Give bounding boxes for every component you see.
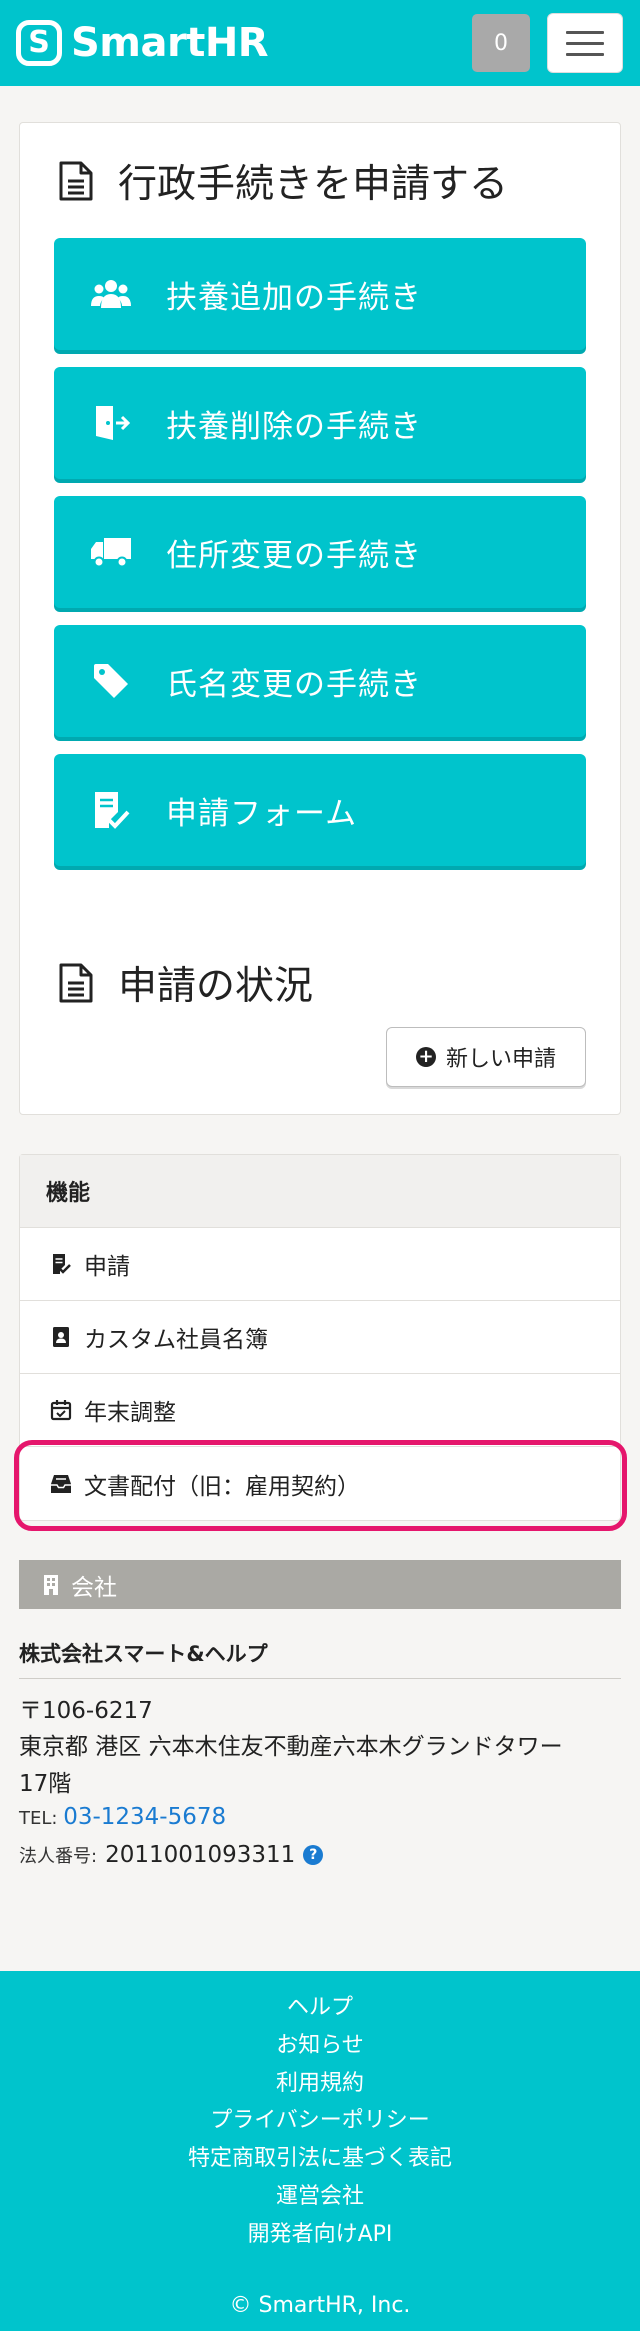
corp-number-label: 法人番号:	[19, 1846, 98, 1867]
company-corporate-number: 法人番号: 2011001093311 ?	[19, 1842, 324, 1868]
footer-link-privacy[interactable]: プライバシーポリシー	[0, 2102, 640, 2134]
features-menu: 機能 申請 カスタム社員名簿 年末調整 文書配付（旧：雇用契約）	[19, 1154, 621, 1521]
request-form-button[interactable]: 申請フォーム	[54, 754, 586, 866]
request-form-label: 申請フォーム	[166, 795, 358, 832]
logo-text: SmartHR	[71, 20, 269, 66]
document-icon	[59, 963, 93, 1003]
building-icon	[44, 1574, 58, 1595]
remove-dependent-label: 扶養削除の手続き	[166, 408, 422, 445]
feature-label-request: 申請	[84, 1254, 130, 1280]
footer-link-company[interactable]: 運営会社	[0, 2178, 640, 2210]
company-address-line1: 東京都 港区 六本木住友不動産六本木グランドタワー	[19, 1734, 563, 1760]
footer-link-developer-api[interactable]: 開発者向けAPI	[0, 2216, 640, 2248]
procedures-title: 行政手続きを申請する	[118, 162, 509, 207]
footer-link-commerce-law[interactable]: 特定商取引法に基づく表記	[0, 2140, 640, 2172]
new-request-button[interactable]: + 新しい申請	[386, 1027, 586, 1087]
app-header: S SmartHR 0	[0, 0, 640, 86]
feature-item-document-delivery[interactable]: 文書配付（旧：雇用契約）	[20, 1447, 620, 1520]
add-dependent-label: 扶養追加の手続き	[166, 279, 422, 316]
address-change-button[interactable]: 住所変更の手続き	[54, 496, 586, 608]
hamburger-menu-button[interactable]	[547, 13, 623, 73]
company-name: 株式会社スマート&ヘルプ	[19, 1638, 621, 1679]
feature-item-year-end-adjustment[interactable]: 年末調整	[20, 1374, 620, 1447]
company-section-header: 会社	[19, 1560, 621, 1609]
add-dependent-button[interactable]: 扶養追加の手続き	[54, 238, 586, 350]
feature-label-year-end-adjustment: 年末調整	[84, 1400, 176, 1426]
notification-badge[interactable]: 0	[472, 14, 530, 72]
smarthr-logo-mark: S	[16, 20, 62, 66]
company-section-label: 会社	[71, 1574, 117, 1601]
company-postal-code: 〒106-6217	[19, 1698, 153, 1724]
tel-label: TEL:	[19, 1808, 58, 1829]
company-address-line2: 17階	[19, 1771, 72, 1797]
inbox-icon	[50, 1473, 72, 1495]
page-footer: ヘルプ お知らせ 利用規約 プライバシーポリシー 特定商取引法に基づく表記 運営…	[0, 1971, 640, 2331]
feature-item-request[interactable]: 申請	[20, 1228, 620, 1301]
id-card-icon	[50, 1326, 72, 1348]
tel-link[interactable]: 03-1234-5678	[63, 1804, 226, 1830]
status-title: 申請の状況	[118, 964, 314, 1009]
calendar-check-icon	[50, 1399, 72, 1421]
procedures-card: 行政手続きを申請する 扶養追加の手続き 扶養削除の手続き 住所変更の手続き 氏名…	[19, 122, 621, 1115]
status-heading: 申請の状況	[58, 955, 313, 1011]
feature-label-document-delivery: 文書配付（旧：雇用契約）	[84, 1473, 360, 1500]
footer-link-help[interactable]: ヘルプ	[0, 1989, 640, 2021]
procedures-heading: 行政手続きを申請する	[58, 153, 508, 209]
feature-label-custom-directory: カスタム社員名簿	[84, 1327, 268, 1353]
copyright: © SmartHR, Inc.	[229, 2293, 411, 2318]
truck-icon	[90, 532, 132, 572]
hamburger-icon	[566, 30, 604, 34]
footer-link-news[interactable]: お知らせ	[0, 2027, 640, 2059]
company-tel: TEL: 03-1234-5678	[19, 1804, 226, 1830]
remove-dependent-button[interactable]: 扶養削除の手続き	[54, 367, 586, 479]
users-icon	[90, 274, 132, 314]
form-check-icon	[50, 1253, 72, 1275]
document-icon	[59, 161, 93, 201]
corp-number-value: 2011001093311	[105, 1842, 296, 1868]
name-change-label: 氏名変更の手続き	[166, 666, 422, 703]
door-exit-icon	[90, 403, 132, 443]
address-change-label: 住所変更の手続き	[166, 537, 422, 574]
features-header: 機能	[20, 1155, 620, 1228]
feature-item-custom-directory[interactable]: カスタム社員名簿	[20, 1301, 620, 1374]
footer-link-terms[interactable]: 利用規約	[0, 2065, 640, 2097]
plus-circle-icon: +	[415, 1047, 436, 1067]
help-question-icon[interactable]: ?	[303, 1845, 324, 1865]
smarthr-logo[interactable]: S SmartHR	[16, 20, 269, 66]
form-check-icon	[90, 790, 132, 830]
name-change-button[interactable]: 氏名変更の手続き	[54, 625, 586, 737]
new-request-label: 新しい申請	[445, 1047, 556, 1072]
tag-icon	[90, 661, 132, 701]
